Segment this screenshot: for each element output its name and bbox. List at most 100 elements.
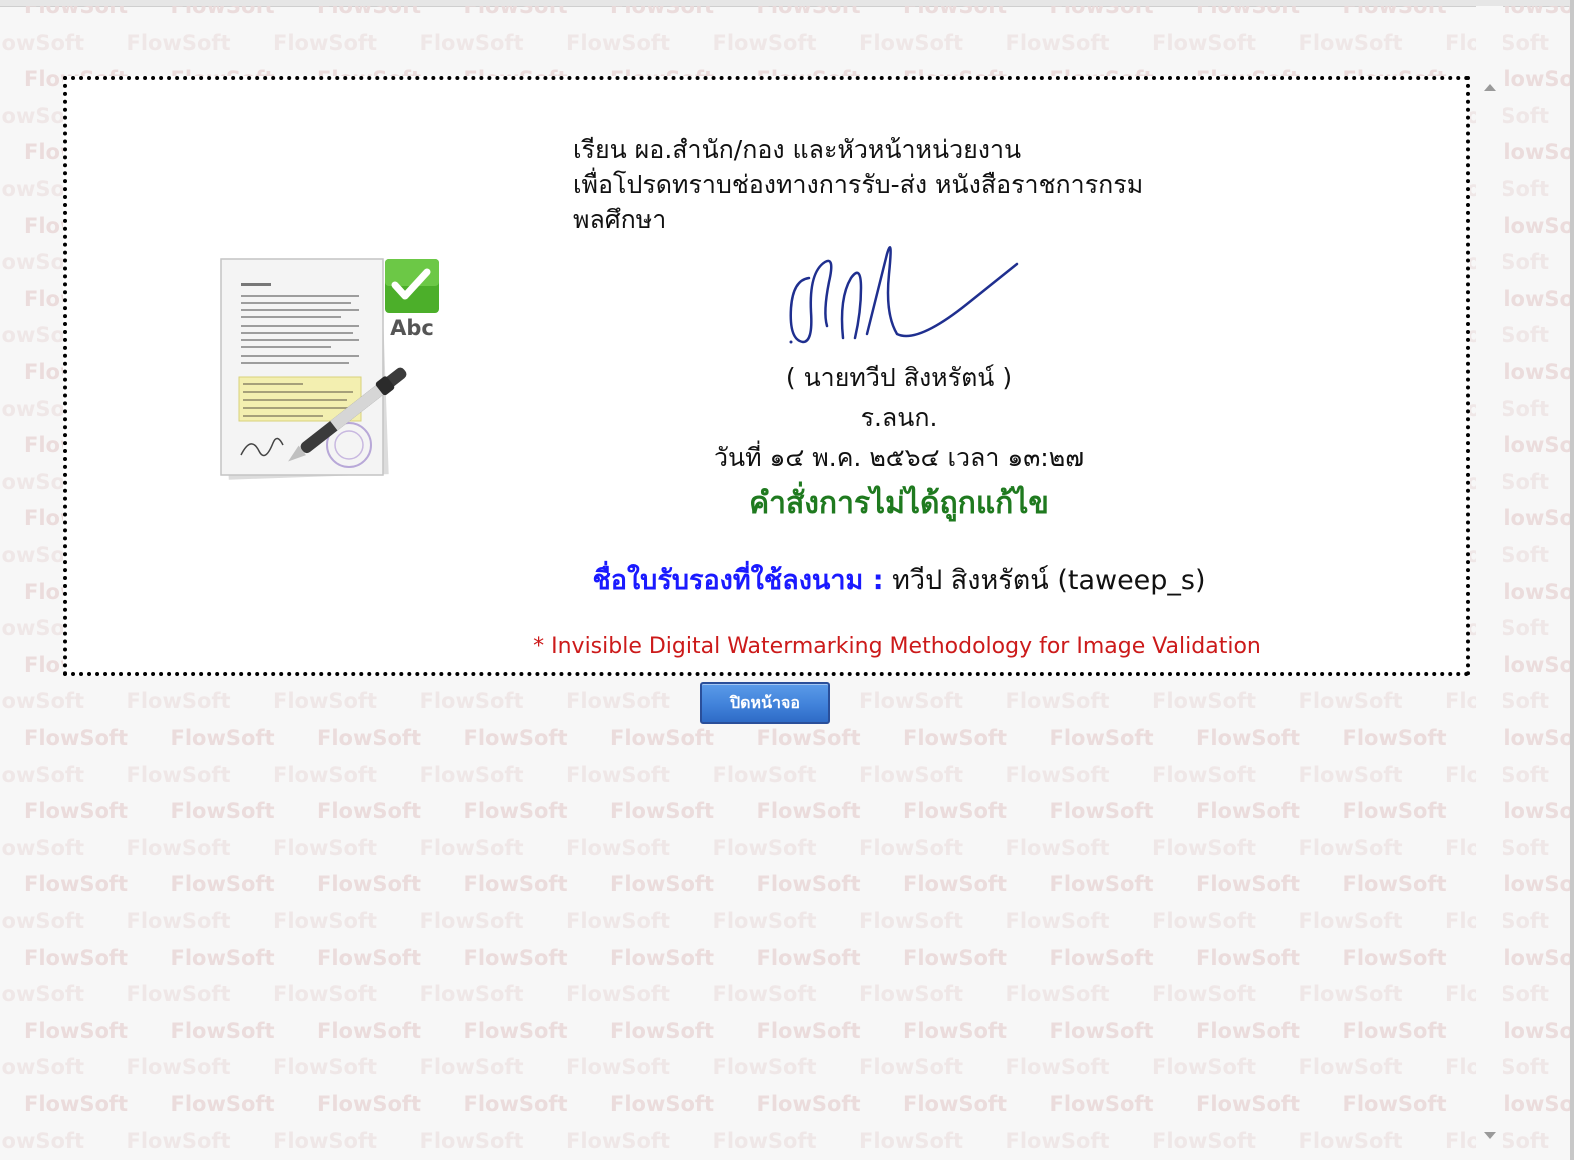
watermark-word: FlowSoft [566, 762, 671, 787]
watermark-word: FlowSoft [903, 6, 1008, 18]
watermark-word: FlowSoft [1445, 1055, 1574, 1079]
watermark-word: FlowSoft [24, 1092, 129, 1116]
watermark-word: FlowSoft [1342, 799, 1447, 824]
watermark-word: FlowSoft [566, 689, 671, 714]
watermark-word: FlowSoft [419, 762, 524, 787]
document-panel: Abc เรียน ผอ.สำนัก/กอง และหัวหน้าหน่วยงา… [63, 76, 1470, 676]
watermark-word: FlowSoft [712, 835, 817, 860]
watermark-word: FlowSoft [24, 6, 129, 18]
watermark-word: FlowSoft [610, 872, 715, 897]
watermark-word: FlowSoft [756, 726, 861, 750]
watermark-word: FlowSoft [273, 909, 378, 933]
watermark-word: FlowSoft [419, 909, 524, 933]
watermark-word: FlowSoft [1049, 799, 1154, 824]
watermark-word: FlowSoft [0, 1055, 85, 1080]
watermark-word: FlowSoft [170, 945, 275, 970]
watermark-word: FlowSoft [610, 799, 715, 824]
watermark-word: FlowSoft [170, 1018, 275, 1043]
watermark-word: FlowSoft [1196, 1092, 1301, 1116]
vertical-scrollbar[interactable] [1476, 6, 1503, 1156]
watermark-word: FlowSoft [712, 762, 817, 787]
watermark-word: FlowSoft [126, 909, 231, 933]
certificate-label: ชื่อใบรับรองที่ใช้ลงนาม : [592, 565, 884, 596]
watermark-word: FlowSoft [1445, 909, 1574, 933]
watermark-word: FlowSoft [859, 762, 964, 787]
watermark-word: FlowSoft [1196, 1018, 1301, 1043]
watermark-word: FlowSoft [273, 762, 378, 787]
watermark-row: FlowSoft FlowSoft FlowSoft FlowSoft FlowSoft… [0, 909, 1574, 933]
watermark-word: FlowSoft [463, 1018, 568, 1043]
watermark-word: FlowSoft [756, 1018, 861, 1043]
watermark-word: FlowSoft [1152, 1128, 1257, 1153]
watermark-row: FlowSoft FlowSoft FlowSoft FlowSoft FlowSoft… [0, 836, 1574, 860]
watermark-word: FlowSoft [1196, 872, 1301, 897]
close-screen-button[interactable]: ปิดหน้าจอ [700, 682, 830, 724]
watermark-word: FlowSoft [903, 1018, 1008, 1043]
watermark-word: FlowSoft [1298, 689, 1403, 714]
watermark-word: FlowSoft [1298, 30, 1403, 55]
watermark-word: FlowSoft [170, 726, 275, 750]
watermark-word: FlowSoft [273, 30, 378, 55]
watermark-word: FlowSoft [170, 1092, 275, 1116]
watermark-word: FlowSoft [610, 945, 715, 970]
watermark-word: FlowSoft [0, 909, 85, 933]
watermark-row: FlowSoft FlowSoft FlowSoft FlowSoft FlowSoft… [24, 799, 1574, 823]
watermark-word: FlowSoft [126, 1055, 231, 1080]
watermark-word: FlowSoft [903, 726, 1008, 750]
watermark-word: FlowSoft [1445, 1129, 1574, 1153]
watermark-word: FlowSoft [712, 1055, 817, 1080]
watermark-word: FlowSoft [419, 1128, 524, 1153]
watermark-row: FlowSoft FlowSoft FlowSoft FlowSoft FlowSoft… [0, 1055, 1574, 1079]
watermark-word: FlowSoft [903, 799, 1008, 824]
watermark-word: FlowSoft [756, 799, 861, 824]
watermark-word: FlowSoft [610, 6, 715, 18]
scroll-down-arrow-icon[interactable] [1484, 1132, 1496, 1139]
watermark-row: FlowSoft FlowSoft FlowSoft FlowSoft FlowSoft… [0, 1129, 1574, 1153]
watermark-word: FlowSoft [273, 1055, 378, 1080]
window-right-border [1570, 0, 1574, 1160]
watermark-word: FlowSoft [24, 799, 129, 824]
watermark-footnote: * Invisible Digital Watermarking Methodo… [533, 634, 1261, 659]
watermark-row: FlowSoft FlowSoft FlowSoft FlowSoft FlowSoft… [0, 763, 1574, 787]
watermark-word: FlowSoft [610, 1018, 715, 1043]
watermark-word: FlowSoft [273, 689, 378, 714]
watermark-word: FlowSoft [1298, 835, 1403, 860]
watermark-word: FlowSoft [126, 689, 231, 714]
watermark-word: FlowSoft [1298, 909, 1403, 933]
watermark-word: FlowSoft [1342, 945, 1447, 970]
watermark-word: FlowSoft [170, 6, 275, 18]
watermark-word: FlowSoft [566, 1128, 671, 1153]
watermark-word: FlowSoft [1152, 835, 1257, 860]
watermark-word: FlowSoft [1152, 689, 1257, 714]
scroll-up-arrow-icon[interactable] [1484, 84, 1496, 91]
watermark-word: FlowSoft [0, 689, 85, 714]
watermark-word: FlowSoft [1196, 6, 1301, 18]
watermark-word: FlowSoft [859, 30, 964, 55]
signed-date-time: วันที่ ๑๔ พ.ค. ๒๕๖๔ เวลา ๑๓:๒๗ [713, 443, 1085, 472]
watermark-word: FlowSoft [566, 909, 671, 933]
watermark-word: FlowSoft [1005, 1128, 1110, 1153]
watermark-word: FlowSoft [273, 982, 378, 1007]
watermark-word: FlowSoft [24, 1018, 129, 1043]
watermark-word: FlowSoft [419, 835, 524, 860]
watermark-word: FlowSoft [756, 6, 861, 18]
watermark-word: FlowSoft [0, 762, 85, 787]
letter-text: เรียน ผอ.สำนัก/กอง และหัวหน้าหน่วยงาน เพ… [573, 132, 1143, 237]
signer-position: ร.ลนก. [860, 403, 938, 432]
letter-line: เพื่อโปรดทราบช่องทางการรับ-ส่ง หนังสือรา… [573, 170, 1144, 199]
watermark-word: FlowSoft [273, 1128, 378, 1153]
watermark-word: FlowSoft [1152, 762, 1257, 787]
certificate-info: ชื่อใบรับรองที่ใช้ลงนาม : ทวีป สิงหรัตน์… [567, 558, 1231, 601]
watermark-word: FlowSoft [1445, 689, 1574, 713]
status-message: คำสั่งการไม่ได้ถูกแก้ไข [749, 486, 1049, 521]
watermark-word: FlowSoft [1005, 30, 1110, 55]
watermark-word: FlowSoft [419, 1055, 524, 1080]
watermark-word: FlowSoft [463, 945, 568, 970]
watermark-word: FlowSoft [1049, 1092, 1154, 1116]
watermark-word: FlowSoft [126, 1128, 231, 1153]
watermark-word: FlowSoft [566, 1055, 671, 1080]
watermark-word: FlowSoft [126, 30, 231, 55]
watermark-word: FlowSoft [1445, 763, 1574, 787]
watermark-word: FlowSoft [1049, 726, 1154, 750]
watermark-word: FlowSoft [1196, 799, 1301, 824]
